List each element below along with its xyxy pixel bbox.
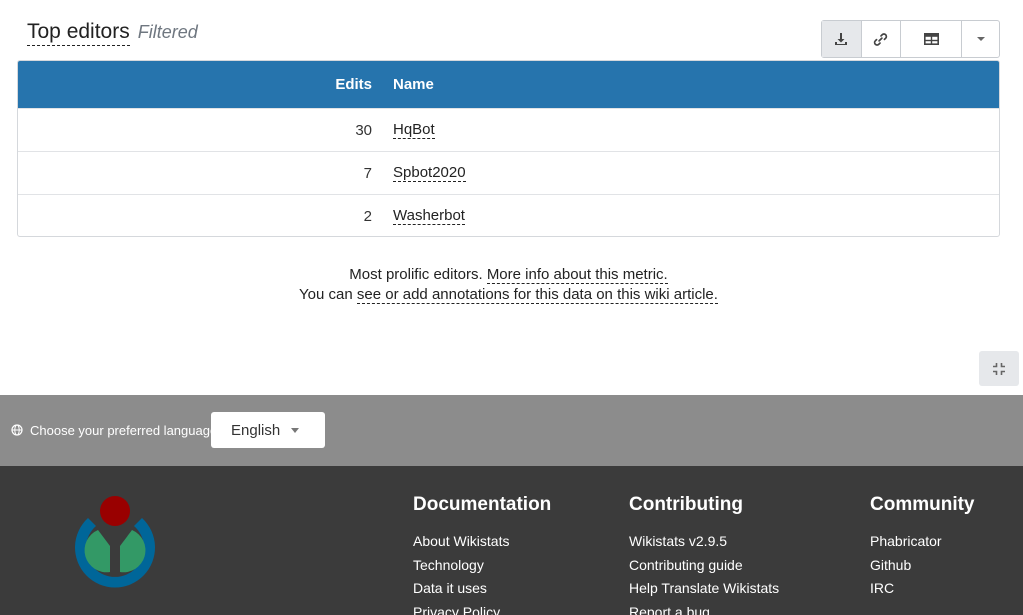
editor-name-link[interactable]: Spbot2020 <box>393 164 466 182</box>
footer-link[interactable]: Github <box>870 554 975 578</box>
footer-link[interactable]: Phabricator <box>870 530 975 554</box>
table-icon <box>923 33 939 45</box>
edits-cell: 2 <box>363 207 372 225</box>
widget-header: Top editors Filtered <box>27 20 198 46</box>
footer-link[interactable]: IRC <box>870 577 975 601</box>
footer-link[interactable]: Privacy Policy <box>413 601 551 615</box>
language-bar: Choose your preferred language English <box>0 395 1023 466</box>
share-link-button[interactable] <box>862 21 902 57</box>
footer-link[interactable]: Contributing guide <box>629 554 779 578</box>
column-header-edits[interactable]: Edits <box>18 76 372 93</box>
collapse-icon <box>993 362 1005 375</box>
more-info-link[interactable]: More info about this metric. <box>486 266 668 284</box>
top-editors-table: Edits Name 30 HqBot 7 Spbot2020 2 Washer… <box>17 60 1000 237</box>
footer-link[interactable]: Technology <box>413 554 551 578</box>
annotations-note: You can see or add annotations for this … <box>0 286 1017 304</box>
edits-cell: 7 <box>363 164 372 182</box>
editor-name-link[interactable]: HqBot <box>393 121 435 139</box>
collapse-button[interactable] <box>979 351 1019 386</box>
footer-link[interactable]: Data it uses <box>413 577 551 601</box>
footer-link[interactable]: Help Translate Wikistats <box>629 577 779 601</box>
edits-cell: 30 <box>355 121 372 139</box>
chevron-down-icon <box>976 37 985 41</box>
widget-title[interactable]: Top editors <box>27 20 130 46</box>
footer-link[interactable]: Report a bug <box>629 601 779 615</box>
download-icon <box>835 33 848 45</box>
language-select[interactable]: English <box>211 412 325 448</box>
footer: Documentation About Wikistats Technology… <box>0 466 1023 615</box>
metric-description: Most prolific editors. More info about t… <box>0 266 1017 284</box>
download-button[interactable] <box>822 21 862 57</box>
table-header: Edits Name <box>18 61 999 108</box>
editor-name-link[interactable]: Washerbot <box>393 207 465 225</box>
language-label: Choose your preferred language <box>30 423 218 438</box>
annotations-text: You can <box>299 286 353 303</box>
language-selected: English <box>231 421 281 439</box>
metric-description-text: Most prolific editors. <box>349 266 483 283</box>
widget-toolbar <box>821 20 1000 58</box>
wikimedia-logo <box>74 496 155 588</box>
chart-type-dropdown[interactable] <box>962 21 999 57</box>
footer-heading-contributing: Contributing <box>629 494 743 515</box>
table-row: 7 Spbot2020 <box>18 151 999 194</box>
column-header-name[interactable]: Name <box>393 76 434 93</box>
table-view-button[interactable] <box>901 21 963 57</box>
table-row: 2 Washerbot <box>18 194 999 236</box>
footer-link[interactable]: Wikistats v2.9.5 <box>629 530 779 554</box>
table-row: 30 HqBot <box>18 108 999 151</box>
filter-status: Filtered <box>137 22 198 42</box>
caret-down-icon <box>291 428 299 433</box>
link-icon <box>874 32 888 46</box>
footer-heading-community: Community <box>870 494 975 515</box>
globe-icon <box>11 424 23 436</box>
footer-community: Community Phabricator Github IRC <box>870 494 975 601</box>
footer-contributing: Contributing Wikistats v2.9.5 Contributi… <box>629 494 779 615</box>
footer-heading-documentation: Documentation <box>413 494 552 515</box>
footer-documentation: Documentation About Wikistats Technology… <box>413 494 551 615</box>
footer-link[interactable]: About Wikistats <box>413 530 551 554</box>
annotations-link[interactable]: see or add annotations for this data on … <box>356 286 718 304</box>
